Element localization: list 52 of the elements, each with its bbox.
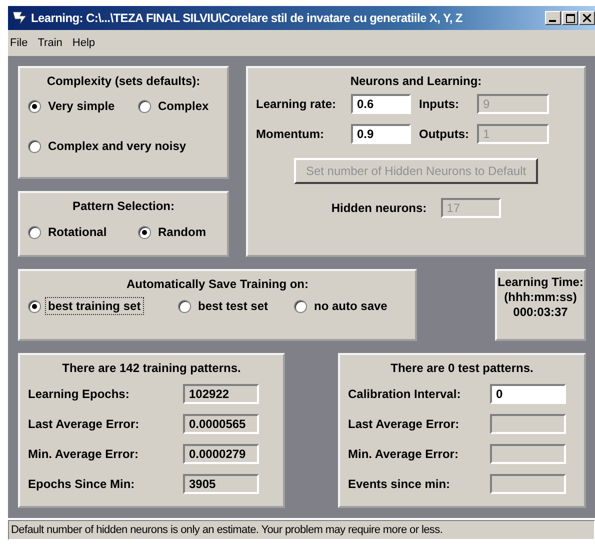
- radio-button[interactable]: [294, 300, 307, 312]
- field-label: Calibration Interval:: [348, 387, 462, 401]
- radio-button[interactable]: [138, 100, 151, 112]
- field-label: Last Average Error:: [28, 417, 140, 431]
- field-label: Outputs:: [419, 127, 470, 141]
- window-title: Learning: C:\...\TEZA FINAL SILVIU\Corelare stil de invatare cu generatiile X, Y, Z: [31, 11, 464, 25]
- maximize-button[interactable]: [562, 11, 578, 25]
- panel-title: Neurons and Learning:: [349, 74, 483, 88]
- radio-label[interactable]: Random: [155, 223, 209, 241]
- field-label: Momentum:: [256, 127, 325, 141]
- field-label: Inputs:: [419, 97, 460, 111]
- panel-title: Pattern Selection:: [71, 199, 176, 213]
- field-label: Min. Average Error:: [28, 447, 140, 461]
- menu-item[interactable]: Train: [38, 37, 62, 49]
- radio-button[interactable]: [138, 226, 151, 238]
- radio-button[interactable]: [28, 300, 41, 312]
- menu-item[interactable]: Help: [72, 37, 96, 49]
- maximize-icon: [566, 14, 574, 22]
- close-icon: [583, 14, 591, 22]
- panel-title: There are 142 training patterns.: [61, 361, 242, 375]
- radio-button[interactable]: [28, 226, 41, 238]
- input-field[interactable]: 0: [490, 384, 566, 404]
- panel-title: There are 0 test patterns.: [390, 361, 534, 375]
- field-label: Min. Average Error:: [348, 447, 460, 461]
- panel-title: Complexity (sets defaults):: [46, 74, 202, 88]
- minimize-button[interactable]: [545, 11, 561, 25]
- radio-button[interactable]: [178, 300, 191, 312]
- input-field[interactable]: 0.9: [351, 124, 411, 144]
- field-label: Last Average Error:: [348, 417, 460, 431]
- app-icon: [12, 11, 28, 25]
- radio-label[interactable]: Complex and very noisy: [45, 137, 190, 155]
- radio-label[interactable]: Very simple: [45, 97, 118, 115]
- panel-title: Automatically Save Training on:: [125, 277, 310, 291]
- field-label: Events since min:: [348, 477, 452, 491]
- field-label: Learning rate:: [256, 97, 338, 111]
- radio-label[interactable]: best test set: [195, 297, 272, 315]
- time-format: (hhh:mm:ss): [504, 290, 577, 304]
- radio-button[interactable]: [28, 100, 41, 112]
- status-text: Default number of hidden neurons is only an estimate. Your problem may require more or less.: [11, 524, 443, 536]
- radio-label[interactable]: no auto save: [311, 297, 390, 315]
- radio-button[interactable]: [28, 140, 41, 152]
- elapsed-time: 000:03:37: [513, 305, 568, 319]
- input-field[interactable]: 0.6: [351, 94, 411, 114]
- field-label: Epochs Since Min:: [28, 477, 136, 491]
- radio-label[interactable]: Rotational: [45, 223, 110, 241]
- menu-item[interactable]: File: [10, 37, 28, 49]
- panel-title: Learning Time:: [498, 275, 584, 289]
- field-label: Hidden neurons:: [331, 201, 427, 215]
- radio-label[interactable]: Complex: [155, 97, 212, 115]
- field-label: Learning Epochs:: [28, 387, 130, 401]
- radio-label[interactable]: best training set: [45, 297, 144, 315]
- close-button[interactable]: [579, 11, 595, 25]
